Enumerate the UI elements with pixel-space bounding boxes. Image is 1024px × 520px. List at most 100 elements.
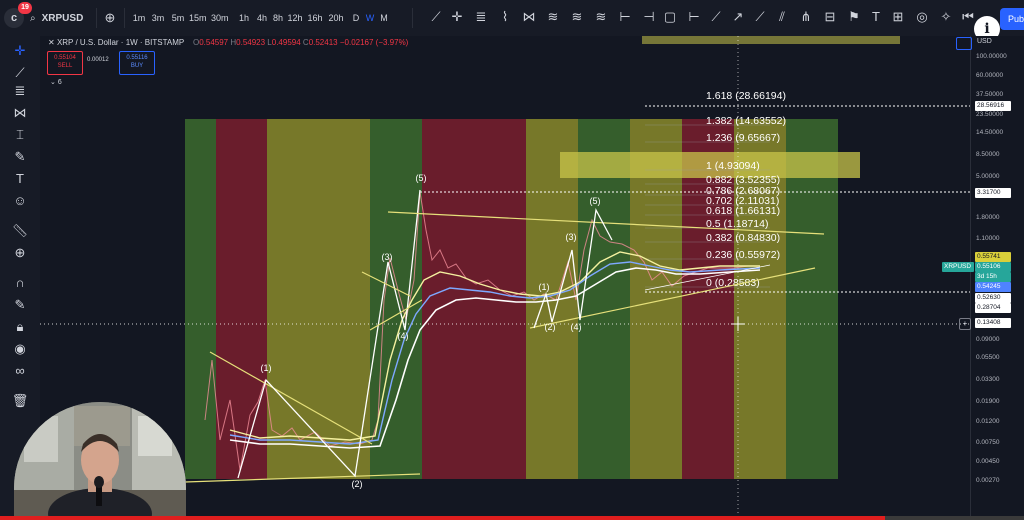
magnet-icon[interactable]: ∩ — [10, 274, 30, 292]
shapes-icon[interactable]: ✧ — [938, 9, 954, 25]
price-tick: 23.50000 — [976, 111, 1004, 118]
elliott-wave-icon[interactable]: ⌇ — [497, 9, 513, 25]
season-band — [185, 119, 216, 479]
sell-button[interactable]: 0.55104 SELL — [47, 51, 83, 75]
link-icon[interactable]: ∞ — [10, 362, 30, 380]
interval-30m[interactable]: 30m — [211, 8, 229, 28]
interval-5m[interactable]: 5m — [170, 8, 186, 28]
legend-title: XRP / U.S. Dollar · 1W · BITSTAMP — [56, 38, 185, 47]
price-tick: 100.00000 — [976, 53, 1007, 60]
price-tick: 0.01200 — [976, 418, 1000, 425]
currency-label[interactable]: USD — [977, 38, 992, 45]
trash-icon[interactable]: 🗑︎ — [10, 392, 30, 410]
chevron-down-icon: ⌄ — [50, 79, 56, 86]
price-tick: 0.00270 — [976, 477, 1000, 484]
crosshair-icon[interactable]: ✛ — [449, 9, 465, 25]
lock-drawing-icon[interactable]: ✎ — [10, 296, 30, 314]
emoji-icon[interactable]: ☺ — [10, 192, 30, 210]
wave-label: (5) — [590, 196, 601, 206]
price-tick: 1.10000 — [976, 235, 1000, 242]
xabcd-icon[interactable]: ≋ — [545, 9, 561, 25]
abcd-icon[interactable]: ≋ — [569, 9, 585, 25]
eye-icon[interactable]: ◉ — [10, 340, 30, 358]
interval-15m[interactable]: 15m — [189, 8, 207, 28]
trend-line-icon[interactable]: ⟋ — [708, 9, 724, 25]
interval-1m[interactable]: 1m — [131, 8, 147, 28]
prediction-tool-icon[interactable]: ⌶ — [10, 126, 30, 144]
search-icon: ⌕ — [30, 12, 36, 24]
interval-m[interactable]: M — [376, 8, 392, 28]
wave-label: (5) — [416, 173, 427, 183]
interval-8h[interactable]: 8h — [270, 8, 286, 28]
fib-level-label: 0.236 (0.55972) — [706, 249, 780, 261]
pattern-icon[interactable]: ⋈ — [521, 9, 537, 25]
indicator-count: 6 — [57, 79, 62, 86]
publish-button[interactable]: Pub — [1000, 8, 1024, 30]
cypher-icon[interactable]: ≋ — [593, 9, 609, 25]
flag-icon[interactable]: ⚑ — [846, 9, 862, 25]
rectangle-icon[interactable]: ▢ — [662, 9, 678, 25]
fib-price-badge: 28.56916 — [975, 101, 1011, 111]
close-value: 0.52413 — [308, 38, 338, 47]
ma-price-badge: 0.55741 — [975, 252, 1011, 262]
pitchfork-icon[interactable]: ⋔ — [798, 9, 814, 25]
zoom-in-icon[interactable]: ⊕ — [10, 244, 30, 262]
top-toolbar: c 19 ⌕ XRPUSD ⊕ 1m 3m 5m 15m 30m 1h 4h 8h 12h 16h… — [0, 0, 1024, 42]
playback-icon[interactable]: ⏮ — [960, 9, 976, 25]
fib-tool-icon[interactable]: ≣ — [10, 82, 30, 100]
season-band — [267, 119, 318, 479]
chart-pane[interactable]: 1.618 (28.66194) 1.382 (14.63552) 1.236 (9… — [40, 36, 970, 520]
interval-1h[interactable]: 1h — [236, 8, 252, 28]
buy-button[interactable]: 0.55116 BUY — [119, 51, 155, 75]
currency-toggle-icon[interactable] — [956, 37, 972, 50]
interval-4h[interactable]: 4h — [254, 8, 270, 28]
text-tool-icon[interactable]: T — [868, 9, 884, 25]
notification-badge: 19 — [18, 2, 32, 14]
user-avatar-icon[interactable]: c 19 — [4, 2, 32, 28]
trend-angle-icon[interactable]: ⟋ — [428, 9, 444, 25]
arrow-icon[interactable]: ↗ — [730, 9, 746, 25]
fib-level-label: 0 (0.28583) — [706, 277, 760, 289]
interval-3m[interactable]: 3m — [150, 8, 166, 28]
tradingview-app: c 19 ⌕ XRPUSD ⊕ 1m 3m 5m 15m 30m 1h 4h 8h 12h 16h… — [0, 0, 1024, 520]
trend-line-icon[interactable]: ⟋ — [10, 64, 30, 82]
date-range-icon[interactable]: ⊢ — [617, 9, 633, 25]
fib-level-label: 1.618 (28.66194) — [706, 90, 786, 102]
interval-16h[interactable]: 16h — [307, 8, 323, 28]
indicator-toggle[interactable]: ⌄ 6 — [50, 78, 62, 86]
brush-icon[interactable]: ⟋ — [752, 9, 768, 25]
cursor-crosshair-icon[interactable]: ✛ — [10, 42, 30, 60]
ema-price-badge: 0.54245 — [975, 282, 1011, 292]
parallel-channel-icon[interactable]: ⫽ — [774, 9, 790, 25]
brush-tool-icon[interactable]: ✎ — [10, 148, 30, 166]
chart-canvas[interactable]: 1.618 (28.66194) 1.382 (14.63552) 1.236 (9… — [40, 36, 970, 520]
price-tick: 0.01900 — [976, 398, 1000, 405]
spread-value: 0.00012 — [87, 57, 109, 63]
ruler-icon[interactable]: ⊢ — [686, 9, 702, 25]
change-value: −0.02167 (−3.97%) — [339, 38, 409, 47]
close-legend-icon[interactable]: ✕ — [48, 38, 55, 47]
wave-label: (3) — [566, 232, 577, 242]
price-range-icon[interactable]: ⊣ — [641, 9, 657, 25]
fib-level-label: 0.382 (0.84830) — [706, 232, 780, 244]
compare-add-icon[interactable]: ⊕ — [103, 8, 117, 28]
ruler-icon[interactable]: 📏︎ — [10, 222, 30, 240]
interval-12h[interactable]: 12h — [287, 8, 303, 28]
high-value: 0.54923 — [236, 38, 266, 47]
target-icon[interactable]: ◎ — [914, 9, 930, 25]
interval-20h[interactable]: 20h — [328, 8, 344, 28]
symbol-search[interactable]: c 19 ⌕ XRPUSD — [4, 2, 83, 30]
grid-icon[interactable]: ⊞ — [890, 9, 906, 25]
text-tool-icon[interactable]: T — [10, 170, 30, 188]
gann-icon[interactable]: ⊟ — [822, 9, 838, 25]
price-tick: 0.05500 — [976, 354, 1000, 361]
price-tick: 0.00750 — [976, 439, 1000, 446]
lock-icon[interactable]: 🔒︎ — [10, 318, 30, 336]
fib-retracement-icon[interactable]: ≣ — [473, 9, 489, 25]
open-value: 0.54597 — [199, 38, 229, 47]
fib-level-label: 0.618 (1.66131) — [706, 205, 780, 217]
video-progress-fill — [0, 516, 885, 520]
add-alert-icon[interactable]: + — [959, 318, 971, 330]
pattern-tool-icon[interactable]: ⋈ — [10, 104, 30, 122]
price-tick: 5.00000 — [976, 173, 1000, 180]
